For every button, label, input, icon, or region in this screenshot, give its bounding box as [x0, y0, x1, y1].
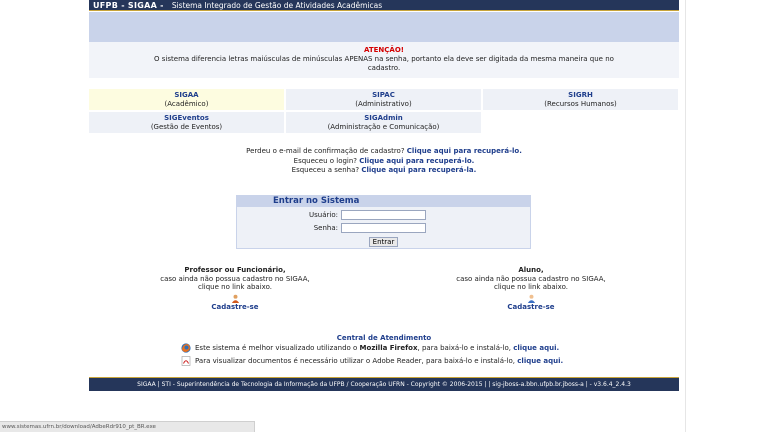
- system-link-sigadmin[interactable]: SIGAdmin (Administração e Comunicação): [286, 112, 481, 133]
- system-name: SIPAC: [372, 91, 395, 99]
- system-desc: (Recursos Humanos): [544, 99, 617, 108]
- student-signup-line1: caso ainda não possua cadastro no SIGAA,: [456, 274, 606, 283]
- footer: SIGAA | STI - Superintendência de Tecnol…: [89, 377, 679, 391]
- adobe-tip-pre: Para visualizar documentos é necessário …: [195, 357, 516, 365]
- student-signup-link[interactable]: Cadastre-se: [507, 303, 554, 311]
- adobe-download-link[interactable]: clique aqui.: [517, 357, 563, 365]
- staff-user-icon: [231, 294, 239, 303]
- system-desc: (Administração e Comunicação): [327, 122, 440, 131]
- system-link-sipac[interactable]: SIPAC (Administrativo): [286, 89, 481, 110]
- empty-cell: [483, 112, 678, 133]
- support-center-link[interactable]: Central de Atendimento: [89, 334, 679, 342]
- username-input[interactable]: [341, 210, 426, 220]
- system-desc: (Administrativo): [355, 99, 412, 108]
- staff-signup-link[interactable]: Cadastre-se: [211, 303, 258, 311]
- pdf-icon: [181, 356, 191, 366]
- system-name: SIGRH: [568, 91, 593, 99]
- firefox-icon: [181, 343, 191, 353]
- recover-email-link[interactable]: Clique aqui para recuperá-lo.: [407, 147, 522, 155]
- brand-title: UFPB - SIGAA -: [93, 0, 164, 10]
- recover-password-row: Esqueceu a senha? Clique aqui para recup…: [89, 166, 679, 176]
- attention-text: O sistema diferencia letras maiúsculas d…: [154, 55, 614, 72]
- student-signup-line2: clique no link abaixo.: [494, 283, 568, 291]
- firefox-name: Mozilla Firefox: [359, 344, 418, 352]
- staff-signup: Professor ou Funcionário, caso ainda não…: [160, 266, 310, 311]
- student-user-icon: [527, 294, 535, 303]
- system-subtitle: Sistema Integrado de Gestão de Atividade…: [171, 0, 383, 10]
- username-row: Usuário:: [237, 210, 530, 220]
- attention-notice: ATENÇÃO! O sistema diferencia letras mai…: [89, 42, 679, 78]
- banner: [89, 12, 679, 42]
- system-name: SIGEventos: [164, 114, 209, 122]
- system-link-sigrh[interactable]: SIGRH (Recursos Humanos): [483, 89, 678, 110]
- attention-title: ATENÇÃO!: [364, 46, 404, 54]
- recover-password-link[interactable]: Clique aqui para recuperá-la.: [361, 166, 476, 174]
- login-submit-button[interactable]: Entrar: [369, 237, 398, 247]
- system-name: SIGAdmin: [364, 114, 403, 122]
- staff-signup-line2: clique no link abaixo.: [198, 283, 272, 291]
- login-box: Entrar no Sistema Usuário: Senha: Entrar: [236, 195, 531, 249]
- adobe-tip-text: Para visualizar documentos é necessário …: [195, 356, 563, 366]
- firefox-tip: Este sistema é melhor visualizado utiliz…: [181, 343, 601, 353]
- firefox-tip-text: Este sistema é melhor visualizado utiliz…: [195, 343, 559, 353]
- password-input[interactable]: [341, 223, 426, 233]
- top-bar: UFPB - SIGAA - Sistema Integrado de Gest…: [89, 0, 679, 11]
- password-row: Senha:: [237, 223, 530, 233]
- page: UFPB - SIGAA - Sistema Integrado de Gest…: [89, 0, 679, 391]
- system-link-sigaa[interactable]: SIGAA (Acadêmico): [89, 89, 284, 110]
- recover-login-link[interactable]: Clique aqui para recuperá-lo.: [359, 157, 474, 165]
- staff-signup-line1: caso ainda não possua cadastro no SIGAA,: [160, 274, 310, 283]
- login-title: Entrar no Sistema: [237, 196, 530, 207]
- recovery-links: Perdeu o e-mail de confirmação de cadast…: [89, 147, 679, 176]
- system-name: SIGAA: [174, 91, 199, 99]
- firefox-tip-mid: , para baixá-lo e instalá-lo,: [417, 344, 511, 352]
- password-label: Senha:: [313, 224, 338, 232]
- firefox-tip-pre: Este sistema é melhor visualizado utiliz…: [195, 344, 358, 352]
- firefox-download-link[interactable]: clique aqui.: [513, 344, 559, 352]
- adobe-tip: Para visualizar documentos é necessário …: [181, 356, 601, 366]
- systems-grid: SIGAA (Acadêmico) SIPAC (Administrativo)…: [89, 89, 679, 133]
- window-edge: [685, 0, 686, 432]
- system-link-sigeventos[interactable]: SIGEventos (Gestão de Eventos): [89, 112, 284, 133]
- system-desc: (Gestão de Eventos): [150, 122, 223, 131]
- student-signup: Aluno, caso ainda não possua cadastro no…: [456, 266, 606, 311]
- recover-login-row: Esqueceu o login? Clique aqui para recup…: [89, 157, 679, 167]
- recover-password-text: Esqueceu a senha?: [291, 166, 360, 174]
- recover-email-row: Perdeu o e-mail de confirmação de cadast…: [89, 147, 679, 157]
- recover-email-text: Perdeu o e-mail de confirmação de cadast…: [246, 147, 405, 155]
- recover-login-text: Esqueceu o login?: [293, 156, 358, 165]
- student-signup-title: Aluno,: [518, 266, 544, 274]
- browser-status-bar: www.sistemas.ufrn.br/download/AdbeRdr910…: [0, 421, 255, 432]
- system-desc: (Acadêmico): [164, 99, 209, 108]
- username-label: Usuário:: [309, 211, 338, 219]
- staff-signup-title: Professor ou Funcionário,: [184, 266, 286, 274]
